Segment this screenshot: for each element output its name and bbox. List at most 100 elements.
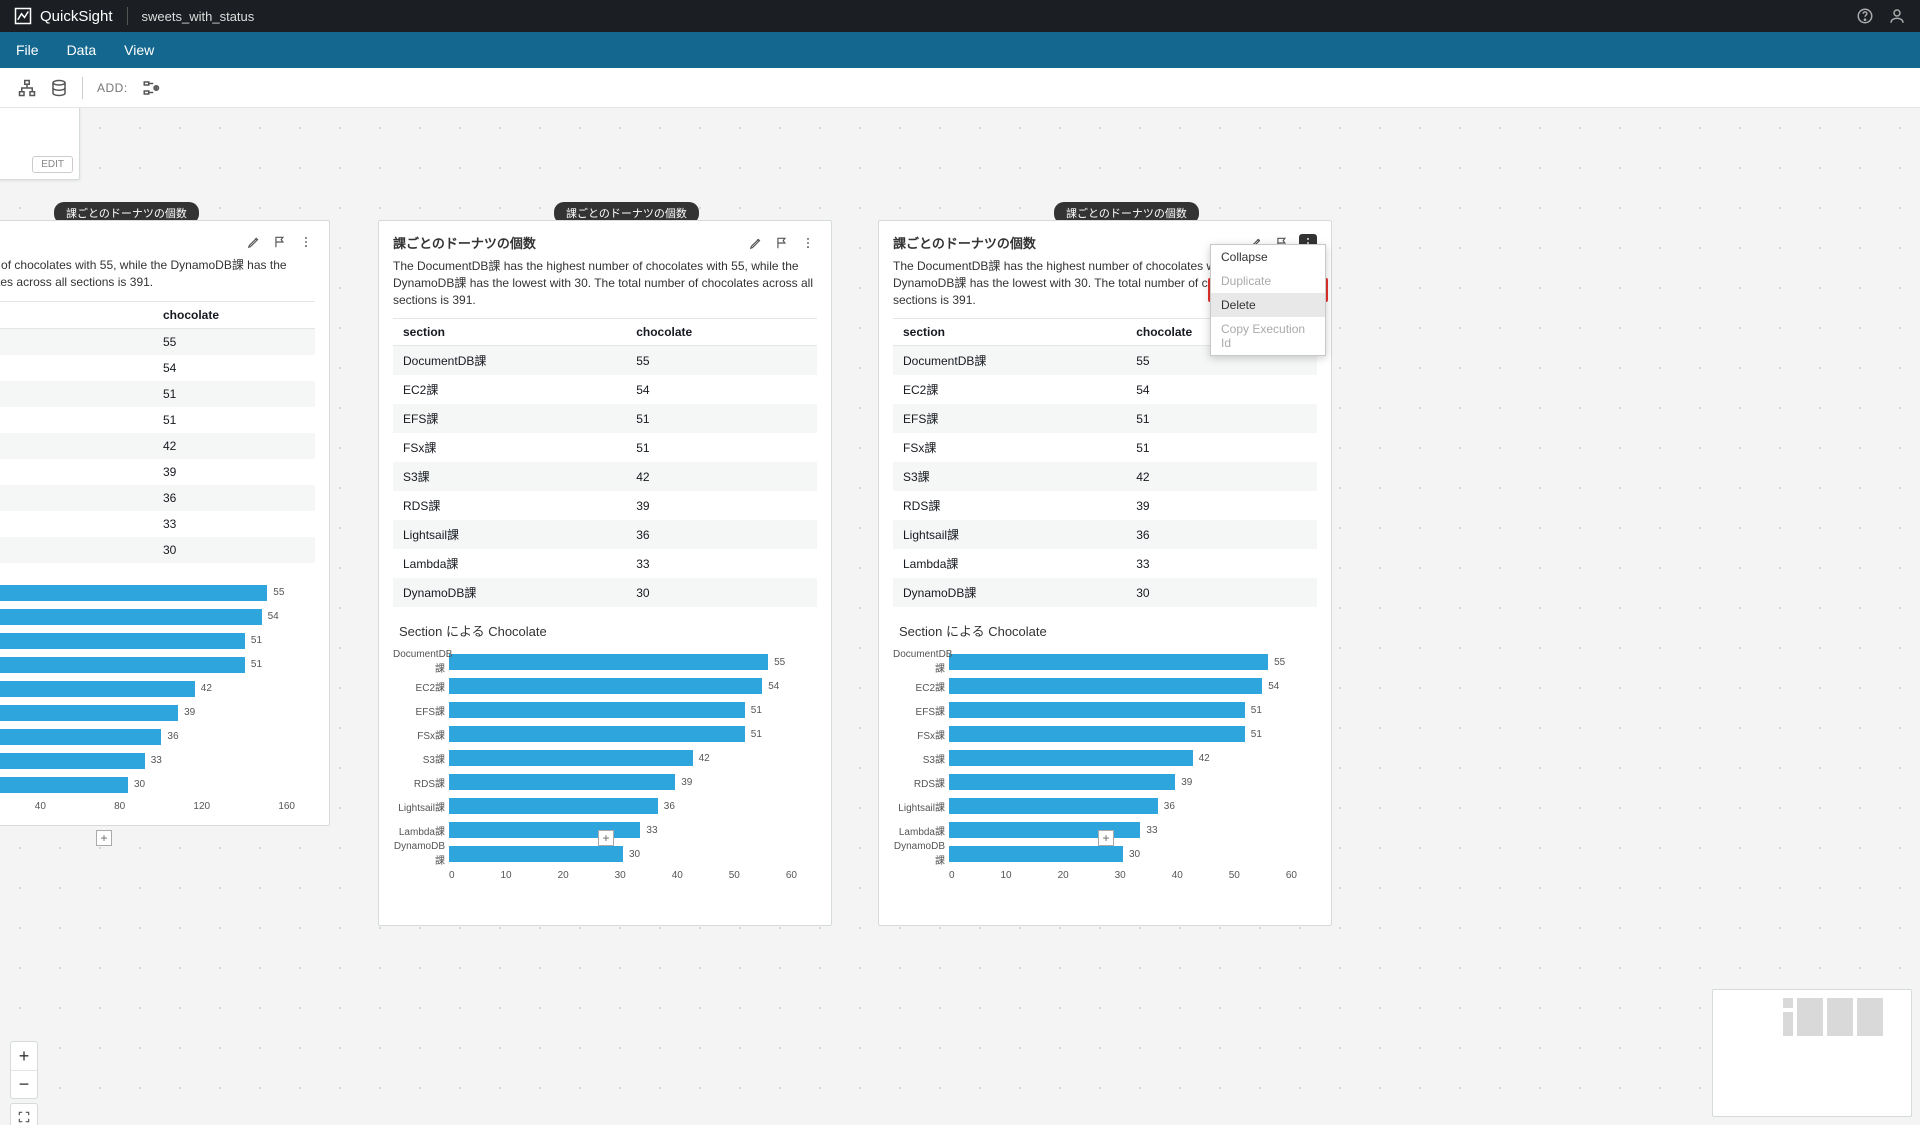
table-row: DynamoDB課30 [893,578,1317,607]
more-icon[interactable] [799,234,817,252]
chart-1: DocumentDB課55EC2課54EFS課51FSx課51S3課42RDS課… [393,650,817,904]
bar-row: DocumentDB課55 [949,650,1297,674]
ctx-delete[interactable]: Delete [1211,293,1325,317]
flag-icon[interactable] [773,234,791,252]
database-icon[interactable] [50,79,68,97]
panel-title: 課ごとのドーナツの個数 [893,233,1036,252]
add-below-1[interactable]: + [598,830,614,846]
user-icon[interactable] [1888,7,1906,25]
hierarchy-icon[interactable] [18,79,36,97]
document-name: sweets_with_status [142,9,255,24]
bar-row: Lambda課33 [949,818,1297,842]
edit-icon[interactable] [245,233,263,251]
panel-desc: The DocumentDB課 has the highest number o… [393,258,817,308]
fullscreen-icon [17,1110,31,1124]
table-row: 51 [0,381,315,407]
ctx-duplicate: Duplicate [1211,269,1325,293]
panel-desc-trunc: e highest number of chocolates with 55, … [0,257,315,291]
edit-button[interactable]: EDIT [32,156,73,173]
table-row: 33 [0,511,315,537]
bar-row: 30 [0,773,295,797]
zoom-in-button[interactable]: + [11,1042,37,1070]
bar-row: 42 [0,677,295,701]
bar-row: 36 [0,725,295,749]
bar-row: EC2課54 [449,674,797,698]
data-table-2: section chocolate DocumentDB課55EC2課54EFS… [893,318,1317,607]
bar-row: DynamoDB課30 [449,842,797,866]
table-row: EC2課54 [893,375,1317,404]
table-row: RDS課39 [393,491,817,520]
fullscreen-button[interactable] [10,1103,38,1125]
more-icon[interactable] [297,233,315,251]
table-row: FSx課51 [393,433,817,462]
table-row: S3課42 [893,462,1317,491]
th-choco: chocolate [626,319,817,346]
bar-row: 33 [0,749,295,773]
menu-file[interactable]: File [16,42,39,58]
add-label: ADD: [97,81,128,95]
divider [127,7,128,25]
topbar: QuickSight sweets_with_status [0,0,1920,32]
insight-panel-left: e highest number of chocolates with 55, … [0,220,330,826]
quicksight-logo-icon [14,7,32,25]
ctx-collapse[interactable]: Collapse [1211,245,1325,269]
panel-title: 課ごとのドーナツの個数 [393,233,536,252]
data-table-1: section chocolate DocumentDB課55EC2課54EFS… [393,318,817,607]
bar-row: RDS課39 [949,770,1297,794]
table-row: Lightsail課36 [393,520,817,549]
data-table-0: chocolate 555451514239363330 [0,301,315,563]
menubar: File Data View [0,32,1920,68]
bar-row: DynamoDB課30 [949,842,1297,866]
th-section: section [893,319,1126,346]
insight-panel-middle: 課ごとのドーナツの個数 The DocumentDB課 has the high… [378,220,832,926]
bar-row: 39 [0,701,295,725]
canvas[interactable]: EDIT 課ごとのドーナツの個数 課ごとのドーナツの個数 課ごとのドーナツの個数… [0,108,1920,1125]
small-sheet[interactable]: EDIT [0,108,80,180]
bar-row: FSx課51 [949,722,1297,746]
help-icon[interactable] [1856,7,1874,25]
separator [82,77,83,99]
bar-row: EC2課54 [949,674,1297,698]
bar-row: EFS課51 [949,698,1297,722]
minimap[interactable] [1712,989,1912,1117]
table-row: RDS課39 [893,491,1317,520]
table-row: DynamoDB課30 [393,578,817,607]
add-below-0[interactable]: + [96,830,112,846]
edit-icon[interactable] [747,234,765,252]
bar-row: DocumentDB課55 [449,650,797,674]
bar-row: S3課42 [949,746,1297,770]
th-choco: chocolate [153,301,315,328]
table-row: EFS課51 [393,404,817,433]
bar-row: 51 [0,629,295,653]
table-row: S3課42 [393,462,817,491]
chart-title: Section による Chocolate [899,621,1317,640]
table-row: Lambda課33 [893,549,1317,578]
add-below-2[interactable]: + [1098,830,1114,846]
chart-title: Section による Chocolate [399,621,817,640]
toolbar: ADD: [0,68,1920,108]
zoom-out-button[interactable]: − [11,1070,37,1098]
table-row: 39 [0,459,315,485]
bar-row: Lightsail課36 [449,794,797,818]
bar-row: Lambda課33 [449,818,797,842]
flag-icon[interactable] [271,233,289,251]
table-row: 51 [0,407,315,433]
context-menu: Collapse Duplicate Delete Copy Execution… [1210,244,1326,356]
table-row: EFS課51 [893,404,1317,433]
table-row: FSx課51 [893,433,1317,462]
brand-name: QuickSight [40,8,113,25]
add-step-icon[interactable] [142,79,160,97]
table-row: 42 [0,433,315,459]
chart-0: 55545151423936333004080120160 [0,581,315,826]
bar-row: 54 [0,605,295,629]
table-row: 54 [0,355,315,381]
brand: QuickSight [14,7,113,25]
th-section: section [393,319,626,346]
table-row: EC2課54 [393,375,817,404]
bar-row: 55 [0,581,295,605]
table-row: DocumentDB課55 [393,346,817,376]
zoom-control: + − [10,1041,38,1099]
menu-view[interactable]: View [124,42,154,58]
bar-row: FSx課51 [449,722,797,746]
menu-data[interactable]: Data [67,42,97,58]
